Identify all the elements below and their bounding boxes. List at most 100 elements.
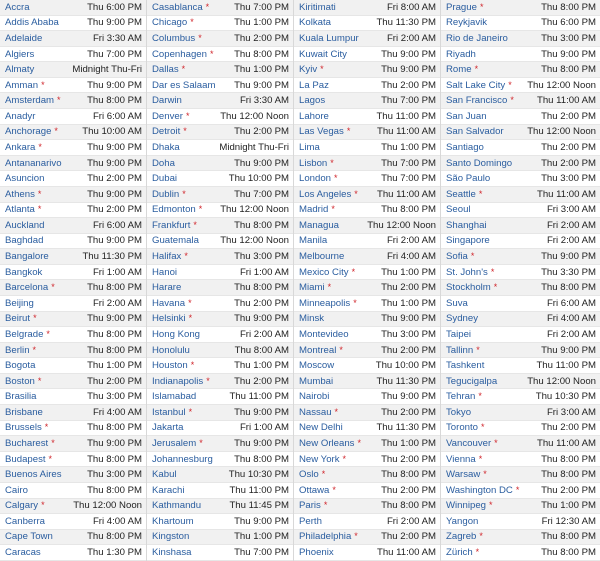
city-link[interactable]: Suva bbox=[446, 298, 468, 309]
city-link[interactable]: Auckland bbox=[5, 220, 44, 231]
city-link[interactable]: Honolulu bbox=[152, 345, 190, 356]
city-link[interactable]: Bucharest bbox=[5, 438, 48, 449]
city-link[interactable]: Amsterdam bbox=[5, 95, 54, 106]
city-link[interactable]: Perth bbox=[299, 516, 322, 527]
city-link[interactable]: Detroit bbox=[152, 126, 180, 137]
city-link[interactable]: San Juan bbox=[446, 111, 487, 122]
city-link[interactable]: Lahore bbox=[299, 111, 329, 122]
city-link[interactable]: Frankfurt bbox=[152, 220, 190, 231]
city-link[interactable]: Copenhagen bbox=[152, 49, 207, 60]
city-link[interactable]: San Francisco bbox=[446, 95, 507, 106]
city-link[interactable]: Khartoum bbox=[152, 516, 194, 527]
city-link[interactable]: Singapore bbox=[446, 235, 490, 246]
city-link[interactable]: Havana bbox=[152, 298, 185, 309]
city-link[interactable]: Salt Lake City bbox=[446, 80, 505, 91]
city-link[interactable]: Almaty bbox=[5, 64, 34, 75]
city-link[interactable]: Minneapolis bbox=[299, 298, 350, 309]
city-link[interactable]: Istanbul bbox=[152, 407, 186, 418]
city-link[interactable]: Sofia bbox=[446, 251, 468, 262]
city-link[interactable]: Brasilia bbox=[5, 391, 36, 402]
city-link[interactable]: Philadelphia bbox=[299, 531, 351, 542]
city-link[interactable]: New York bbox=[299, 454, 340, 465]
city-link[interactable]: Melbourne bbox=[299, 251, 344, 262]
city-link[interactable]: Taipei bbox=[446, 329, 471, 340]
city-link[interactable]: Kiritimati bbox=[299, 2, 336, 13]
city-link[interactable]: Houston bbox=[152, 360, 188, 371]
city-link[interactable]: Lagos bbox=[299, 95, 325, 106]
city-link[interactable]: Denver bbox=[152, 111, 183, 122]
city-link[interactable]: Columbus bbox=[152, 33, 195, 44]
city-link[interactable]: Manila bbox=[299, 235, 327, 246]
city-link[interactable]: Casablanca bbox=[152, 2, 203, 13]
city-link[interactable]: Athens bbox=[5, 189, 35, 200]
city-link[interactable]: Nassau bbox=[299, 407, 332, 418]
city-link[interactable]: Madrid bbox=[299, 204, 328, 215]
city-link[interactable]: San Salvador bbox=[446, 126, 504, 137]
city-link[interactable]: Anchorage bbox=[5, 126, 51, 137]
city-link[interactable]: Beijing bbox=[5, 298, 34, 309]
city-link[interactable]: Kabul bbox=[152, 469, 177, 480]
city-link[interactable]: New Delhi bbox=[299, 422, 343, 433]
city-link[interactable]: Darwin bbox=[152, 95, 182, 106]
city-link[interactable]: Stockholm bbox=[446, 282, 491, 293]
city-link[interactable]: Antananarivo bbox=[5, 158, 62, 169]
city-link[interactable]: Tashkent bbox=[446, 360, 484, 371]
city-link[interactable]: Karachi bbox=[152, 485, 185, 496]
city-link[interactable]: Tehran bbox=[446, 391, 475, 402]
city-link[interactable]: Kinshasa bbox=[152, 547, 191, 558]
city-link[interactable]: Las Vegas bbox=[299, 126, 344, 137]
city-link[interactable]: Guatemala bbox=[152, 235, 199, 246]
city-link[interactable]: Barcelona bbox=[5, 282, 48, 293]
city-link[interactable]: Helsinki bbox=[152, 313, 186, 324]
city-link[interactable]: Brussels bbox=[5, 422, 42, 433]
city-link[interactable]: Dallas bbox=[152, 64, 179, 75]
city-link[interactable]: Bangkok bbox=[5, 267, 42, 278]
city-link[interactable]: Seoul bbox=[446, 204, 471, 215]
city-link[interactable]: London bbox=[299, 173, 331, 184]
city-link[interactable]: Hanoi bbox=[152, 267, 177, 278]
city-link[interactable]: Calgary bbox=[5, 500, 38, 511]
city-link[interactable]: Baghdad bbox=[5, 235, 43, 246]
city-link[interactable]: Cairo bbox=[5, 485, 28, 496]
city-link[interactable]: Oslo bbox=[299, 469, 319, 480]
city-link[interactable]: Rio de Janeiro bbox=[446, 33, 508, 44]
city-link[interactable]: Ankara bbox=[5, 142, 35, 153]
city-link[interactable]: Santiago bbox=[446, 142, 484, 153]
city-link[interactable]: Tegucigalpa bbox=[446, 376, 497, 387]
city-link[interactable]: Miami bbox=[299, 282, 325, 293]
city-link[interactable]: St. John's bbox=[446, 267, 488, 278]
city-link[interactable]: Brisbane bbox=[5, 407, 43, 418]
city-link[interactable]: Riyadh bbox=[446, 49, 476, 60]
city-link[interactable]: Bangalore bbox=[5, 251, 49, 262]
city-link[interactable]: Minsk bbox=[299, 313, 324, 324]
city-link[interactable]: Edmonton bbox=[152, 204, 196, 215]
city-link[interactable]: Caracas bbox=[5, 547, 41, 558]
city-link[interactable]: Mumbai bbox=[299, 376, 333, 387]
city-link[interactable]: Kathmandu bbox=[152, 500, 201, 511]
city-link[interactable]: Ottawa bbox=[299, 485, 329, 496]
city-link[interactable]: Vienna bbox=[446, 454, 476, 465]
city-link[interactable]: Adelaide bbox=[5, 33, 42, 44]
city-link[interactable]: Algiers bbox=[5, 49, 34, 60]
city-link[interactable]: La Paz bbox=[299, 80, 329, 91]
city-link[interactable]: Moscow bbox=[299, 360, 334, 371]
city-link[interactable]: Shanghai bbox=[446, 220, 487, 231]
city-link[interactable]: Tallinn bbox=[446, 345, 473, 356]
city-link[interactable]: Johannesburg bbox=[152, 454, 213, 465]
city-link[interactable]: Lisbon bbox=[299, 158, 327, 169]
city-link[interactable]: Atlanta bbox=[5, 204, 35, 215]
city-link[interactable]: Dar es Salaam bbox=[152, 80, 215, 91]
city-link[interactable]: Toronto bbox=[446, 422, 478, 433]
city-link[interactable]: Dhaka bbox=[152, 142, 180, 153]
city-link[interactable]: Lima bbox=[299, 142, 320, 153]
city-link[interactable]: Vancouver bbox=[446, 438, 491, 449]
city-link[interactable]: Boston bbox=[5, 376, 35, 387]
city-link[interactable]: Chicago bbox=[152, 17, 187, 28]
city-link[interactable]: São Paulo bbox=[446, 173, 490, 184]
city-link[interactable]: Beirut bbox=[5, 313, 30, 324]
city-link[interactable]: Indianapolis bbox=[152, 376, 203, 387]
city-link[interactable]: Halifax bbox=[152, 251, 181, 262]
city-link[interactable]: Prague bbox=[446, 2, 477, 13]
city-link[interactable]: Montevideo bbox=[299, 329, 349, 340]
city-link[interactable]: Kyiv bbox=[299, 64, 317, 75]
